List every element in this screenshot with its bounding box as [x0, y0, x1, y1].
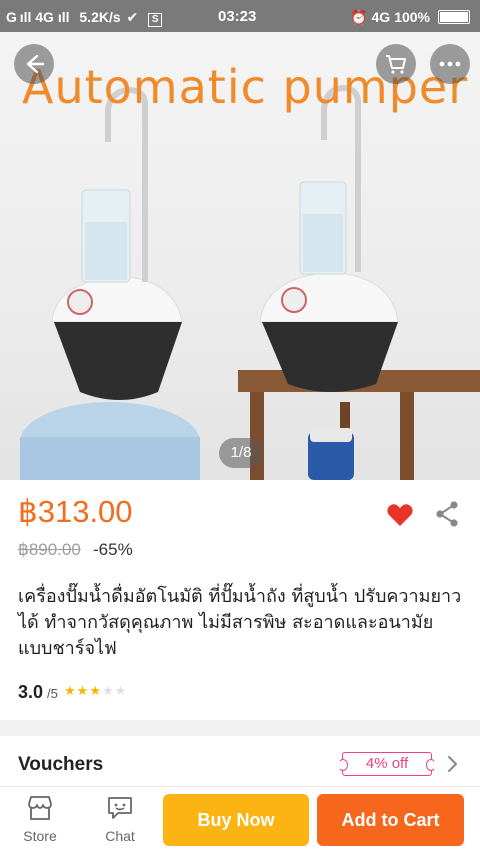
bottom-action-bar: Store Chat Buy Now Add to Cart — [0, 786, 480, 853]
clock: 03:23 — [218, 8, 257, 25]
check-icon: ✔ — [126, 9, 139, 25]
star-filled-icon: ★ — [76, 683, 89, 698]
battery-percent: 100% — [394, 9, 430, 25]
star-empty-icon: ★ — [114, 683, 127, 698]
add-to-cart-button[interactable]: Add to Cart — [317, 794, 464, 846]
rating-max: /5 — [47, 686, 58, 701]
rating-value: 3.0 — [18, 682, 44, 702]
status-bar: G ıll 4G ıll 5.2K/s ✔ S 03:23 ⏰ 4G 100% — [0, 0, 480, 32]
more-icon — [439, 61, 461, 67]
store-label: Store — [23, 828, 57, 844]
product-info: ฿313.00 ฿890.00 -65% เครื่องปั๊มน้ำดื่มอ… — [0, 480, 480, 720]
star-empty-icon: ★ — [101, 683, 114, 698]
store-button[interactable]: Store — [10, 795, 70, 851]
chevron-right-icon[interactable] — [444, 754, 460, 774]
cart-icon — [386, 55, 406, 74]
voucher-tag[interactable]: 4% off — [338, 752, 436, 776]
vouchers-label: Vouchers — [18, 754, 104, 775]
network-text: G ıll 4G ıll — [6, 9, 70, 25]
back-icon — [26, 54, 45, 74]
chat-icon — [108, 797, 132, 819]
alarm-icon: ⏰ — [350, 9, 368, 25]
price: ฿313.00 — [18, 494, 133, 529]
share-icon[interactable] — [434, 500, 460, 528]
star-filled-icon: ★ — [64, 683, 76, 698]
battery-icon — [438, 10, 470, 24]
back-button[interactable] — [14, 44, 54, 84]
product-image-carousel[interactable]: Automatic pumper 1/8 — [0, 32, 480, 480]
original-price: ฿890.00 — [18, 540, 81, 559]
discount-percent: -65% — [93, 540, 133, 559]
cart-button[interactable] — [376, 44, 416, 84]
image-counter: 1/8 — [219, 438, 263, 468]
wishlist-heart-icon[interactable] — [386, 502, 414, 528]
signal-text: 4G — [371, 9, 391, 25]
product-page: G ıll 4G ıll 5.2K/s ✔ S 03:23 ⏰ 4G 100% — [0, 0, 480, 853]
more-button[interactable] — [430, 44, 470, 84]
star-filled-icon: ★ — [89, 683, 101, 698]
buy-now-button[interactable]: Buy Now — [163, 794, 309, 846]
store-icon — [28, 796, 52, 820]
chat-label: Chat — [105, 828, 135, 844]
vouchers-row[interactable]: Vouchers 4% off — [0, 736, 480, 792]
status-right: ⏰ 4G 100% — [350, 8, 470, 26]
rating-stars[interactable]: ★ ★ ★ ★ ★ — [64, 683, 126, 699]
product-title: เครื่องปั๊มน้ำดื่มอัตโนมัติ ที่ปั๊มน้ำถั… — [18, 586, 462, 659]
chat-button[interactable]: Chat — [90, 795, 150, 851]
notification-icon: S — [148, 13, 163, 27]
network-indicator: G ıll 4G ıll 5.2K/s ✔ S — [6, 8, 163, 27]
net-speed: 5.2K/s — [79, 9, 121, 25]
